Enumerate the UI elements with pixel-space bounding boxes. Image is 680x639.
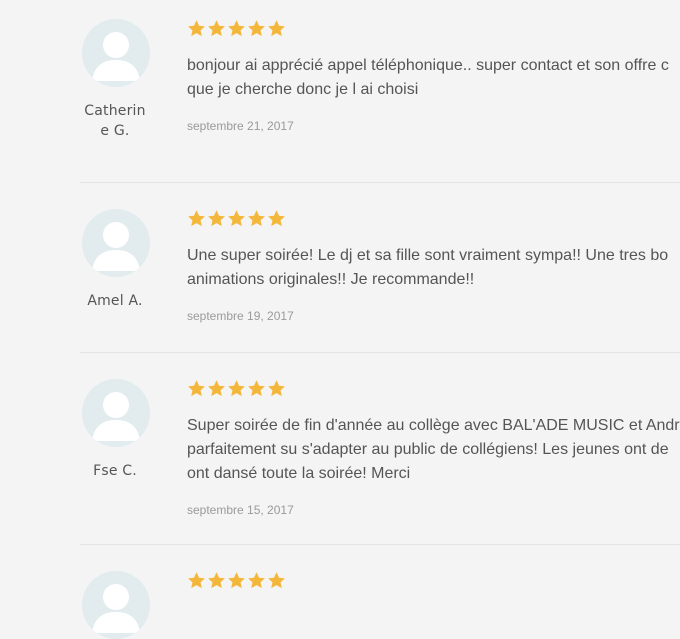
star-icon	[247, 571, 266, 590]
star-icon	[247, 209, 266, 228]
review-text: Super soirée de fin d'année au collège a…	[187, 414, 680, 486]
review-date: septembre 19, 2017	[187, 309, 294, 323]
review-text-line: que je cherche donc je l ai choisi	[187, 81, 419, 98]
user-silhouette-icon	[82, 209, 150, 277]
star-icon	[227, 19, 246, 38]
reviewer-name-line: Amel A.	[87, 293, 143, 309]
review-text-line: parfaitement su s'adapter au public de c…	[187, 441, 669, 458]
review-text-line: ont dansé toute la soirée! Merci	[187, 465, 411, 482]
star-icon	[207, 379, 226, 398]
review-text-line: Une super soirée! Le dj et sa fille sont…	[187, 247, 669, 264]
star-icon	[187, 379, 206, 398]
star-rating	[187, 19, 286, 39]
review-item: Amel A. Une super soirée! Le dj et sa fi…	[80, 209, 680, 353]
star-icon	[247, 19, 266, 38]
user-silhouette-icon	[82, 379, 150, 447]
avatar	[82, 209, 150, 277]
review-text-line: animations originales!! Je recommande!!	[187, 271, 475, 288]
star-icon	[207, 209, 226, 228]
star-icon	[247, 379, 266, 398]
reviewer-name: Catherin e G.	[70, 101, 160, 141]
star-rating	[187, 571, 286, 591]
reviewer-name-line: Catherin	[84, 103, 146, 119]
star-icon	[267, 571, 286, 590]
reviewer-name-line: Fse C.	[93, 463, 137, 479]
review-text: Une super soirée! Le dj et sa fille sont…	[187, 244, 680, 292]
reviewer-name: Amel A.	[70, 291, 160, 311]
star-icon	[267, 19, 286, 38]
avatar	[82, 19, 150, 87]
star-icon	[227, 209, 246, 228]
reviewer-name-line: e G.	[100, 123, 130, 139]
review-date: septembre 15, 2017	[187, 503, 294, 517]
review-item: Fse C. Super soirée de fin d'année au co…	[80, 379, 680, 545]
review-date: septembre 21, 2017	[187, 119, 294, 133]
star-icon	[227, 379, 246, 398]
user-silhouette-icon	[82, 19, 150, 87]
star-icon	[227, 571, 246, 590]
star-icon	[187, 571, 206, 590]
star-icon	[207, 571, 226, 590]
review-text: bonjour ai apprécié appel téléphonique..…	[187, 54, 680, 102]
star-icon	[267, 379, 286, 398]
star-icon	[187, 209, 206, 228]
star-rating	[187, 379, 286, 399]
avatar	[82, 571, 150, 639]
review-text-line: Super soirée de fin d'année au collège a…	[187, 417, 680, 434]
review-text-line: bonjour ai apprécié appel téléphonique..…	[187, 57, 669, 74]
review-item: Catherin e G. bonjour ai apprécié appel …	[80, 19, 680, 183]
review-item	[80, 571, 680, 639]
avatar	[82, 379, 150, 447]
star-rating	[187, 209, 286, 229]
star-icon	[267, 209, 286, 228]
star-icon	[207, 19, 226, 38]
star-icon	[187, 19, 206, 38]
user-silhouette-icon	[82, 571, 150, 639]
reviewer-name: Fse C.	[70, 461, 160, 481]
